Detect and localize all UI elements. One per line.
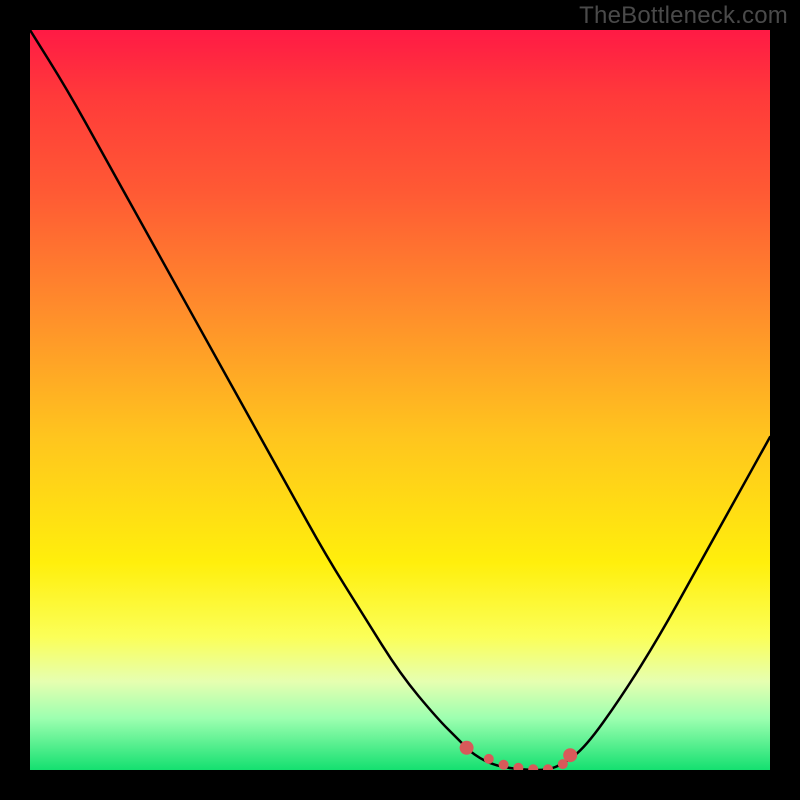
optimal-dot <box>499 760 509 770</box>
bottleneck-curve <box>30 30 770 770</box>
watermark-text: TheBottleneck.com <box>579 2 788 30</box>
optimal-dot <box>484 754 494 764</box>
chart-frame: TheBottleneck.com <box>0 0 800 800</box>
optimal-dot <box>460 741 474 755</box>
optimal-dot <box>543 764 553 770</box>
optimal-dot <box>528 764 538 770</box>
optimal-dot <box>563 748 577 762</box>
plot-area <box>30 30 770 770</box>
curve-path <box>30 30 770 770</box>
optimal-dot <box>513 763 523 770</box>
